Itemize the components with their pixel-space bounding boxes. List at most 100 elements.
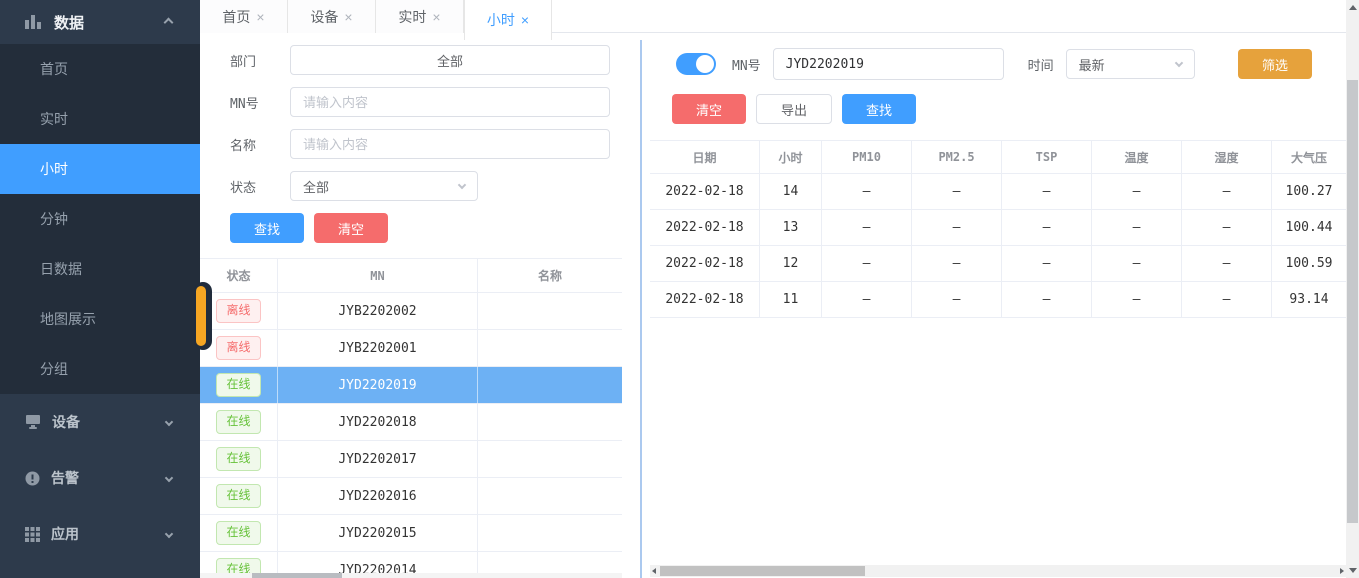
sidebar-group-label: 数据 — [54, 12, 84, 33]
mn-cell: JYD2202018 — [278, 404, 478, 440]
data-cell: – — [1182, 174, 1272, 209]
table-row[interactable]: 2022-02-1812–––––100.59 — [650, 246, 1346, 282]
sidebar-section-device[interactable]: 设备 — [0, 394, 200, 450]
table-row[interactable]: 在线JYD2202015 — [200, 515, 622, 552]
scrollbar-thumb[interactable] — [660, 566, 865, 576]
sidebar-section-app[interactable]: 应用 — [0, 506, 200, 562]
table-row[interactable]: 在线JYD2202019 — [200, 367, 622, 404]
tab-hour[interactable]: 小时× — [464, 0, 552, 40]
name-cell — [478, 441, 622, 477]
right-horizontal-scrollbar[interactable] — [650, 565, 1346, 577]
window-scrollbar[interactable] — [1346, 0, 1359, 578]
status-select-value: 全部 — [303, 177, 329, 196]
device-search-panel: 部门 MN号 名称 状态 全部 查找 清空 状态 MN 名称 离线J — [200, 40, 640, 578]
data-cell: 12 — [760, 246, 822, 281]
sidebar-item-minute[interactable]: 分钟 — [0, 194, 200, 244]
monitor-icon — [25, 415, 41, 429]
export-button[interactable]: 导出 — [756, 94, 832, 124]
scroll-down-icon[interactable] — [1349, 568, 1357, 573]
tab-device[interactable]: 设备 × — [288, 0, 376, 33]
grid-icon — [25, 527, 40, 542]
sidebar-section-alarm[interactable]: 告警 — [0, 450, 200, 506]
data-cell: 2022-02-18 — [650, 282, 760, 317]
tab-realtime[interactable]: 实时× — [376, 0, 464, 33]
data-cell: – — [912, 174, 1002, 209]
status-select[interactable]: 全部 — [290, 171, 478, 201]
scroll-left-icon[interactable] — [652, 568, 656, 574]
scrollbar-thumb[interactable] — [1347, 80, 1358, 523]
col-header: TSP — [1002, 141, 1092, 173]
data-cell: 100.44 — [1272, 210, 1346, 245]
name-cell — [478, 293, 622, 329]
data-cell: – — [822, 282, 912, 317]
table-row[interactable]: 在线JYD2202016 — [200, 478, 622, 515]
sidebar-item-map[interactable]: 地图展示 — [0, 294, 200, 344]
col-header-mn: MN — [278, 259, 478, 292]
hour-table-header: 日期小时PM10PM2.5TSP温度湿度大气压 — [650, 140, 1346, 174]
mn-cell: JYD2202017 — [278, 441, 478, 477]
left-search-button[interactable]: 查找 — [230, 213, 304, 243]
left-clear-button[interactable]: 清空 — [314, 213, 388, 243]
sidebar-group-data[interactable]: 数据 — [0, 0, 200, 44]
name-input[interactable] — [290, 129, 610, 159]
sidebar: 数据 首页实时小时分钟日数据地图展示分组 设备告警应用 — [0, 0, 200, 578]
col-header: 湿度 — [1182, 141, 1272, 173]
left-horizontal-scrollbar[interactable] — [200, 573, 622, 578]
chevron-up-icon — [164, 17, 174, 27]
hour-data-panel: MN号 时间 最新 筛选 清空 导出 查找 日期小时PM10PM2.5TSP温度… — [642, 40, 1346, 578]
right-clear-button[interactable]: 清空 — [672, 94, 746, 124]
tab-close-icon[interactable]: × — [256, 10, 264, 24]
scrollbar-thumb[interactable] — [252, 573, 342, 578]
col-header: 大气压 — [1272, 141, 1346, 173]
col-header: PM10 — [822, 141, 912, 173]
name-cell — [478, 404, 622, 440]
sidebar-item-realtime[interactable]: 实时 — [0, 94, 200, 144]
table-row[interactable]: 2022-02-1813–––––100.44 — [650, 210, 1346, 246]
data-cell: – — [1092, 174, 1182, 209]
sidebar-item-group[interactable]: 分组 — [0, 344, 200, 394]
data-cell: – — [822, 246, 912, 281]
mn-filter-input[interactable] — [773, 48, 1004, 80]
filter-button[interactable]: 筛选 — [1238, 49, 1312, 79]
scroll-up-icon[interactable] — [1349, 5, 1357, 10]
status-cell: 在线 — [200, 515, 278, 551]
drawer-handle-bar — [196, 286, 206, 346]
tab-close-icon[interactable]: × — [432, 10, 440, 24]
sidebar-item-home[interactable]: 首页 — [0, 44, 200, 94]
table-row[interactable]: 2022-02-1811–––––93.14 — [650, 282, 1346, 318]
status-badge: 在线 — [216, 484, 260, 508]
data-cell: – — [1002, 282, 1092, 317]
device-table: 状态 MN 名称 离线JYB2202002离线JYB2202001在线JYD22… — [200, 258, 622, 578]
name-cell — [478, 515, 622, 551]
sidebar-submenu: 首页实时小时分钟日数据地图展示分组 — [0, 44, 200, 394]
auto-refresh-toggle[interactable] — [676, 53, 716, 75]
drawer-handle[interactable] — [194, 282, 212, 350]
table-row[interactable]: 2022-02-1814–––––100.27 — [650, 174, 1346, 210]
tab-close-icon[interactable]: × — [521, 13, 529, 27]
status-cell: 在线 — [200, 478, 278, 514]
sidebar-item-hour[interactable]: 小时 — [0, 144, 200, 194]
chevron-down-icon — [165, 418, 173, 426]
table-row[interactable]: 在线JYD2202017 — [200, 441, 622, 478]
table-row[interactable]: 在线JYD2202018 — [200, 404, 622, 441]
status-badge: 在线 — [216, 373, 260, 397]
table-row[interactable]: 离线JYB2202002 — [200, 293, 622, 330]
data-cell: 13 — [760, 210, 822, 245]
mn-filter-label: MN号 — [732, 55, 761, 74]
table-row[interactable]: 离线JYB2202001 — [200, 330, 622, 367]
right-search-button[interactable]: 查找 — [842, 94, 916, 124]
hour-data-table: 日期小时PM10PM2.5TSP温度湿度大气压 2022-02-1814––––… — [650, 140, 1346, 318]
time-select[interactable]: 最新 — [1066, 49, 1195, 79]
mn-input[interactable] — [290, 87, 610, 117]
data-cell: – — [822, 210, 912, 245]
tab-label: 设备 — [310, 7, 338, 27]
col-header: 日期 — [650, 141, 760, 173]
tab-close-icon[interactable]: × — [344, 10, 352, 24]
tab-home[interactable]: 首页× — [200, 0, 288, 33]
sidebar-item-daily[interactable]: 日数据 — [0, 244, 200, 294]
dept-input[interactable] — [290, 45, 610, 75]
scroll-right-icon[interactable] — [1340, 568, 1344, 574]
data-cell: – — [912, 246, 1002, 281]
status-cell: 在线 — [200, 367, 278, 403]
bar-chart-icon — [25, 15, 42, 29]
